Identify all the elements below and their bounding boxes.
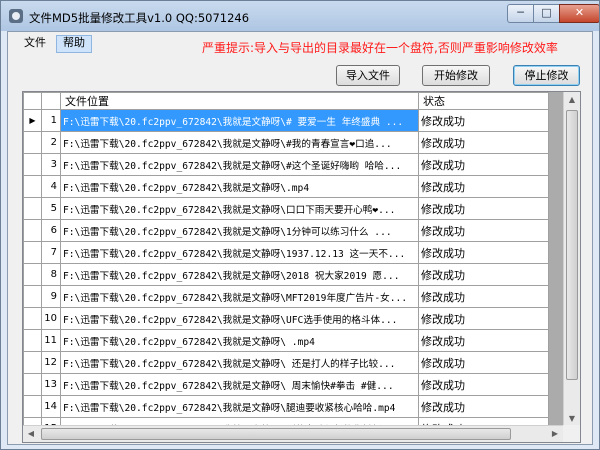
file-path-cell[interactable]: F:\迅雷下载\20.fc2ppv_672842\我就是文静呀\#我的青春宣言❤… (60, 131, 419, 154)
row-selector[interactable] (23, 395, 42, 418)
header-status[interactable]: 状态 (418, 92, 549, 110)
file-path-cell[interactable]: F:\迅雷下载\20.fc2ppv_672842\我就是文静呀\.mp4 (60, 175, 419, 198)
file-path-cell[interactable]: F:\迅雷下载\20.fc2ppv_672842\我就是文静呀\#这个圣诞好嗨哟… (60, 153, 419, 176)
status-cell[interactable]: 修改成功 (418, 131, 549, 154)
table-row[interactable]: 13 F:\迅雷下载\20.fc2ppv_672842\我就是文静呀\ 周末愉快#… (23, 373, 549, 396)
status-cell[interactable]: 修改成功 (418, 395, 549, 418)
status-cell[interactable]: 修改成功 (418, 219, 549, 242)
row-selector[interactable] (23, 263, 42, 286)
row-selector[interactable] (23, 351, 42, 374)
client-area: 文件 帮助 严重提示:导入与导出的目录最好在一个盘符,否则严重影响修改效率 导入… (7, 31, 593, 445)
row-number[interactable]: 6 (41, 219, 61, 242)
file-path-cell[interactable]: F:\迅雷下载\20.fc2ppv_672842\我就是文静呀\2018 祝大家… (60, 263, 419, 286)
row-number[interactable]: 13 (41, 373, 61, 396)
table-row[interactable]: 10 F:\迅雷下载\20.fc2ppv_672842\我就是文静呀\UFC选手使… (23, 307, 549, 330)
header-num[interactable] (41, 92, 61, 110)
start-button[interactable]: 开始修改 (422, 65, 490, 86)
file-path-cell[interactable]: F:\迅雷下载\20.fc2ppv_672842\我就是文静呀\ 还是打人的样子… (60, 351, 419, 374)
row-selector[interactable]: ▶ (23, 109, 42, 132)
status-cell[interactable]: 修改成功 (418, 373, 549, 396)
table-row[interactable]: 9 F:\迅雷下载\20.fc2ppv_672842\我就是文静呀\MFT2019… (23, 285, 549, 308)
table-row[interactable]: 3 F:\迅雷下载\20.fc2ppv_672842\我就是文静呀\#这个圣诞好嗨… (23, 153, 549, 176)
status-cell[interactable]: 修改成功 (418, 175, 549, 198)
table-row[interactable]: 4 F:\迅雷下载\20.fc2ppv_672842\我就是文静呀\.mp4 修改成… (23, 175, 549, 198)
menu-file[interactable]: 文件 (18, 35, 52, 51)
vertical-scrollbar[interactable]: ▲ ▼ (563, 92, 580, 427)
row-number[interactable]: 9 (41, 285, 61, 308)
file-path-cell[interactable]: F:\迅雷下载\20.fc2ppv_672842\我就是文静呀\UFC选手使用的… (60, 307, 419, 330)
row-number[interactable]: 10 (41, 307, 61, 330)
row-selector[interactable] (23, 219, 42, 242)
table-row[interactable]: 6 F:\迅雷下载\20.fc2ppv_672842\我就是文静呀\1分钟可以练习… (23, 219, 549, 242)
app-icon (9, 9, 23, 23)
file-path-cell[interactable]: F:\迅雷下载\20.fc2ppv_672842\我就是文静呀\ .mp4 (60, 329, 419, 352)
title-bar[interactable]: 文件MD5批量修改工具v1.0 QQ:5071246 ─ □ ✕ (1, 1, 599, 31)
row-selector[interactable] (23, 153, 42, 176)
file-path-cell[interactable]: F:\迅雷下载\20.fc2ppv_672842\我就是文静呀\MFT2019年… (60, 285, 419, 308)
menu-help[interactable]: 帮助 (56, 35, 92, 53)
window-title: 文件MD5批量修改工具v1.0 QQ:5071246 (29, 11, 250, 25)
status-cell[interactable]: 修改成功 (418, 153, 549, 176)
table-row[interactable]: 14 F:\迅雷下载\20.fc2ppv_672842\我就是文静呀\腿迪要收紧核… (23, 395, 549, 418)
row-selector[interactable] (23, 329, 42, 352)
file-grid[interactable]: 文件位置 状态 ▶ 1 F:\迅雷下载\20.fc2ppv_672842\我就是文静… (22, 91, 581, 443)
maximize-button[interactable]: □ (533, 4, 560, 23)
stop-button[interactable]: 停止修改 (513, 65, 580, 86)
file-table: 文件位置 状态 ▶ 1 F:\迅雷下载\20.fc2ppv_672842\我就是文静… (23, 92, 549, 442)
row-selector[interactable] (23, 307, 42, 330)
row-selector[interactable] (23, 175, 42, 198)
horizontal-scrollbar[interactable]: ◀ ▶ (23, 425, 563, 442)
import-button[interactable]: 导入文件 (336, 65, 400, 86)
table-row[interactable]: 12 F:\迅雷下载\20.fc2ppv_672842\我就是文静呀\ 还是打人的… (23, 351, 549, 374)
row-number[interactable]: 1 (41, 109, 61, 132)
row-number[interactable]: 8 (41, 263, 61, 286)
row-selector[interactable] (23, 197, 42, 220)
close-button[interactable]: ✕ (559, 4, 599, 23)
table-row[interactable]: 5 F:\迅雷下载\20.fc2ppv_672842\我就是文静呀\口口下雨天要开… (23, 197, 549, 220)
table-row[interactable]: 2 F:\迅雷下载\20.fc2ppv_672842\我就是文静呀\#我的青春宣言… (23, 131, 549, 154)
horizontal-scroll-thumb[interactable] (41, 428, 511, 440)
row-number[interactable]: 4 (41, 175, 61, 198)
row-number[interactable]: 12 (41, 351, 61, 374)
file-path-cell[interactable]: F:\迅雷下载\20.fc2ppv_672842\我就是文静呀\# 要爱一生 年… (60, 109, 419, 132)
status-cell[interactable]: 修改成功 (418, 241, 549, 264)
row-selector[interactable] (23, 131, 42, 154)
row-number[interactable]: 3 (41, 153, 61, 176)
status-cell[interactable]: 修改成功 (418, 329, 549, 352)
row-number[interactable]: 5 (41, 197, 61, 220)
status-cell[interactable]: 修改成功 (418, 307, 549, 330)
scroll-left-icon[interactable]: ◀ (23, 426, 39, 442)
file-path-cell[interactable]: F:\迅雷下载\20.fc2ppv_672842\我就是文静呀\1分钟可以练习什… (60, 219, 419, 242)
status-cell[interactable]: 修改成功 (418, 263, 549, 286)
table-row[interactable]: 8 F:\迅雷下载\20.fc2ppv_672842\我就是文静呀\2018 祝大… (23, 263, 549, 286)
header-path[interactable]: 文件位置 (60, 92, 419, 110)
app-window: 文件MD5批量修改工具v1.0 QQ:5071246 ─ □ ✕ 文件 帮助 严… (0, 0, 600, 450)
row-selector[interactable] (23, 285, 42, 308)
row-number[interactable]: 7 (41, 241, 61, 264)
header-corner[interactable] (23, 92, 42, 110)
warning-text: 严重提示:导入与导出的目录最好在一个盘符,否则严重影响修改效率 (202, 41, 558, 55)
table-row[interactable]: 7 F:\迅雷下载\20.fc2ppv_672842\我就是文静呀\1937.12… (23, 241, 549, 264)
scroll-right-icon[interactable]: ▶ (547, 426, 563, 442)
row-number[interactable]: 14 (41, 395, 61, 418)
status-cell[interactable]: 修改成功 (418, 351, 549, 374)
scroll-up-icon[interactable]: ▲ (564, 92, 580, 108)
file-path-cell[interactable]: F:\迅雷下载\20.fc2ppv_672842\我就是文静呀\口口下雨天要开心… (60, 197, 419, 220)
row-selector[interactable] (23, 373, 42, 396)
row-number[interactable]: 11 (41, 329, 61, 352)
scroll-corner (563, 425, 580, 442)
file-path-cell[interactable]: F:\迅雷下载\20.fc2ppv_672842\我就是文静呀\腿迪要收紧核心哈… (60, 395, 419, 418)
vertical-scroll-thumb[interactable] (566, 110, 578, 380)
status-cell[interactable]: 修改成功 (418, 109, 549, 132)
header-row: 文件位置 状态 (23, 92, 549, 110)
file-path-cell[interactable]: F:\迅雷下载\20.fc2ppv_672842\我就是文静呀\1937.12.… (60, 241, 419, 264)
table-row[interactable]: 11 F:\迅雷下载\20.fc2ppv_672842\我就是文静呀\ .mp4 修… (23, 329, 549, 352)
file-path-cell[interactable]: F:\迅雷下载\20.fc2ppv_672842\我就是文静呀\ 周末愉快#拳击… (60, 373, 419, 396)
table-row[interactable]: ▶ 1 F:\迅雷下载\20.fc2ppv_672842\我就是文静呀\# 要爱一生… (23, 109, 549, 132)
row-number[interactable]: 2 (41, 131, 61, 154)
status-cell[interactable]: 修改成功 (418, 197, 549, 220)
minimize-button[interactable]: ─ (507, 4, 534, 23)
row-selector[interactable] (23, 241, 42, 264)
status-cell[interactable]: 修改成功 (418, 285, 549, 308)
